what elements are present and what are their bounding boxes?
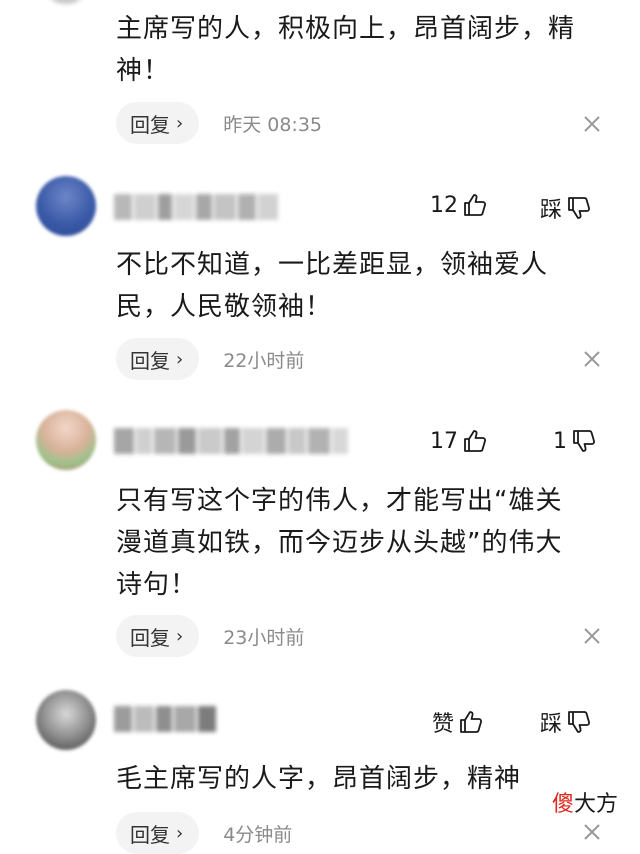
thumbs-up-icon [464,430,487,452]
watermark-text: 大方 [574,792,619,817]
chevron-right-icon: › [176,625,184,647]
reply-label: 回复 [130,348,170,373]
comment-line: 不比不知道，一比差距显，领袖爱人 [116,250,549,280]
dislike-label: 踩 [540,712,563,737]
dislike-button[interactable]: 踩 [540,192,592,224]
like-button[interactable]: 赞 [432,706,484,738]
comment-time: 22小时前 [223,349,305,372]
username-blurred[interactable] [114,428,348,454]
reply-button[interactable]: 回复 › [116,338,200,380]
reply-button[interactable]: 回复 › [116,102,200,144]
like-count: 12 [430,192,458,218]
comment-line: 毛主席写的人字，昂首阔步，精神 [116,764,522,794]
watermark-red-char: 傻 [552,792,575,817]
comment-line: 漫道真如铁，而今迈步从头越”的伟大 [116,528,563,558]
close-icon[interactable] [580,112,604,136]
reply-label: 回复 [130,822,170,847]
comment-line: 神！ [116,56,171,86]
comment-line: 主席写的人，积极向上，昂首阔步，精 [116,14,576,44]
avatar[interactable] [36,690,96,750]
watermark: 傻大方 [548,784,623,820]
chevron-right-icon: › [176,822,184,844]
comment-time: 4分钟前 [223,823,293,846]
avatar[interactable] [36,176,96,236]
thumbs-up-icon [460,711,483,733]
dislike-button[interactable]: 踩 [540,706,592,738]
reply-row: 回复 › 昨天 08:35 [116,102,322,144]
chevron-right-icon: › [176,112,184,134]
close-icon[interactable] [580,820,604,844]
like-label: 赞 [432,712,455,737]
reply-button[interactable]: 回复 › [116,812,200,854]
reply-row: 回复 › 23小时前 [116,615,304,657]
dislike-label: 踩 [540,198,563,223]
comment-text: 只有写这个字的伟人，才能写出“雄关 漫道真如铁，而今迈步从头越”的伟大 诗句！ [116,480,616,606]
reply-button[interactable]: 回复 › [116,615,200,657]
comment-time: 23小时前 [223,626,305,649]
thumbs-down-icon [568,197,591,219]
avatar[interactable] [36,410,96,470]
dislike-count: 1 [553,428,567,454]
reply-row: 回复 › 22小时前 [116,338,304,380]
dislike-button[interactable]: 1 [553,428,597,454]
comment-line: 只有写这个字的伟人，才能写出“雄关 [116,486,563,516]
comment-line: 民，人民敬领袖！ [116,292,333,322]
like-button[interactable]: 12 [430,192,488,218]
close-icon[interactable] [580,624,604,648]
like-button[interactable]: 17 [430,428,488,454]
comment-text: 不比不知道，一比差距显，领袖爱人 民，人民敬领袖！ [116,244,616,328]
thumbs-down-icon [573,430,596,452]
comment-line: 诗句！ [116,570,198,600]
comment-time: 昨天 08:35 [223,113,322,136]
username-blurred[interactable] [114,706,216,732]
thumbs-down-icon [568,711,591,733]
reply-label: 回复 [130,625,170,650]
close-icon[interactable] [580,347,604,371]
comment-text: 毛主席写的人字，昂首阔步，精神 [116,758,616,800]
avatar-partial [46,0,86,4]
username-blurred[interactable] [114,194,278,220]
comment-text: 主席写的人，积极向上，昂首阔步，精 神！ [116,8,616,92]
thumbs-up-icon [464,194,487,216]
chevron-right-icon: › [176,348,184,370]
like-count: 17 [430,428,458,454]
reply-row: 回复 › 4分钟前 [116,812,292,854]
reply-label: 回复 [130,112,170,137]
